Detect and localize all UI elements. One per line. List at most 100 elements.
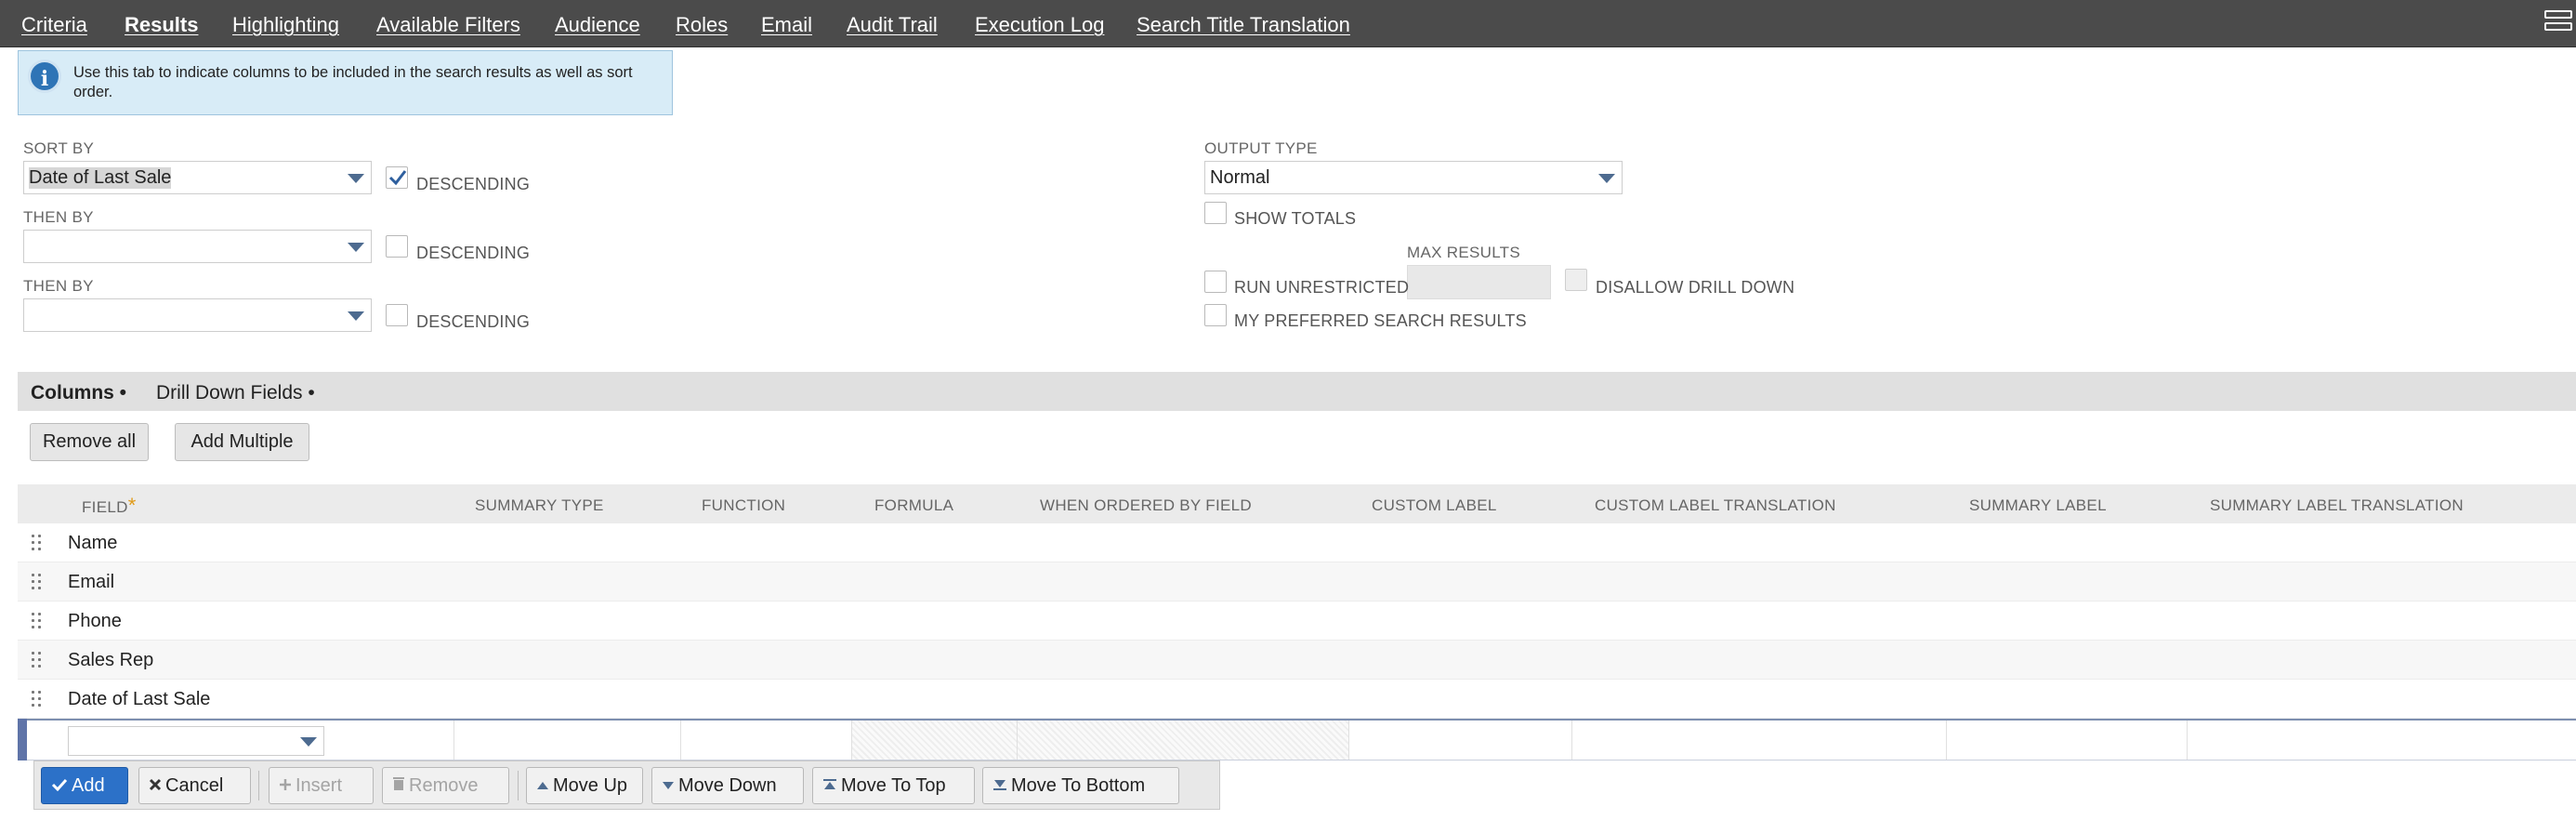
- tab-email[interactable]: Email: [761, 0, 812, 46]
- column-header-formula: FORMULA: [874, 496, 954, 514]
- move-to-bottom-button[interactable]: Move To Bottom: [982, 767, 1179, 804]
- required-marker: *: [127, 494, 137, 517]
- insert-button-label: Insert: [296, 775, 343, 796]
- show-totals-checkbox[interactable]: [1204, 202, 1227, 224]
- tab-roles[interactable]: Roles: [676, 0, 728, 46]
- info-text: Use this tab to indicate columns to be i…: [73, 64, 633, 100]
- drag-handle-icon[interactable]: [32, 691, 43, 709]
- edit-cell-custom-label[interactable]: [1349, 721, 1572, 760]
- edit-cell-custom-label-translation[interactable]: [1572, 721, 1947, 760]
- arrow-to-bottom-icon: [992, 768, 1007, 803]
- sort-by-label: SORT BY: [23, 139, 95, 157]
- chevron-down-icon: [1598, 174, 1615, 183]
- preferred-search-results-label: MY PREFERRED SEARCH RESULTS: [1234, 311, 1527, 330]
- move-up-button[interactable]: Move Up: [526, 767, 643, 804]
- menu-icon[interactable]: [2544, 10, 2572, 34]
- top-tab-bar: Criteria Results Highlighting Available …: [0, 0, 2576, 47]
- tab-criteria[interactable]: Criteria: [21, 0, 87, 46]
- tab-audience[interactable]: Audience: [555, 0, 640, 46]
- preferred-search-results-checkbox[interactable]: [1204, 304, 1227, 326]
- close-icon: [149, 768, 162, 803]
- cancel-button-label: Cancel: [165, 775, 224, 796]
- arrow-up-icon: [536, 768, 549, 803]
- table-header: FIELD* SUMMARY TYPE FUNCTION FORMULA WHE…: [18, 484, 2576, 523]
- tab-highlighting[interactable]: Highlighting: [232, 0, 339, 46]
- disallow-drill-down-label: DISALLOW DRILL DOWN: [1596, 278, 1795, 297]
- add-multiple-button[interactable]: Add Multiple: [175, 423, 309, 461]
- add-button[interactable]: Add: [41, 767, 128, 804]
- column-header-function: FUNCTION: [702, 496, 786, 514]
- sort-by-value: Date of Last Sale: [29, 167, 172, 189]
- subtab-bar: Columns • Drill Down Fields •: [18, 372, 2576, 411]
- arrow-to-top-icon: [822, 768, 837, 803]
- info-banner: i Use this tab to indicate columns to be…: [18, 50, 673, 115]
- arrow-down-icon: [662, 768, 675, 803]
- move-to-top-button[interactable]: Move To Top: [812, 767, 975, 804]
- trash-icon: [392, 768, 405, 803]
- column-header-field: FIELD*: [82, 494, 137, 517]
- column-header-custom-label: CUSTOM LABEL: [1372, 496, 1497, 514]
- move-to-bottom-button-label: Move To Bottom: [1011, 775, 1146, 796]
- then-by-label-2: THEN BY: [23, 277, 94, 295]
- move-to-top-button-label: Move To Top: [841, 775, 946, 796]
- edit-cell-when-ordered-by: [1018, 721, 1349, 760]
- info-icon: i: [28, 60, 61, 93]
- remove-all-button[interactable]: Remove all: [30, 423, 149, 461]
- edit-cell-field: [27, 721, 454, 760]
- sort-by-select[interactable]: Date of Last Sale: [23, 161, 372, 194]
- then-by-select-2[interactable]: [23, 298, 372, 332]
- tab-results[interactable]: Results: [125, 0, 198, 46]
- descending-label-2: DESCENDING: [416, 244, 531, 262]
- row-action-bar: Add Cancel Insert Remove Move Up Move Do…: [33, 760, 1220, 810]
- table-row[interactable]: Date of Last Sale: [18, 680, 2576, 719]
- table-row[interactable]: Name: [18, 523, 2576, 562]
- then-by-label-1: THEN BY: [23, 208, 94, 226]
- field-cell[interactable]: Name: [68, 523, 117, 562]
- remove-button[interactable]: Remove: [382, 767, 509, 804]
- table-row[interactable]: Phone: [18, 602, 2576, 641]
- drag-handle-icon[interactable]: [32, 613, 43, 631]
- insert-button[interactable]: Insert: [269, 767, 374, 804]
- descending-checkbox-3[interactable]: [386, 304, 408, 326]
- output-type-label: OUTPUT TYPE: [1204, 139, 1318, 157]
- chevron-down-icon: [348, 311, 364, 321]
- plus-icon: [279, 768, 292, 803]
- table-row[interactable]: Email: [18, 562, 2576, 602]
- max-results-label: MAX RESULTS: [1407, 244, 1521, 261]
- drag-handle-icon[interactable]: [32, 574, 43, 592]
- run-unrestricted-checkbox[interactable]: [1204, 271, 1227, 293]
- field-cell[interactable]: Email: [68, 562, 114, 602]
- move-down-button[interactable]: Move Down: [651, 767, 804, 804]
- move-up-button-label: Move Up: [553, 775, 628, 796]
- disallow-drill-down-checkbox[interactable]: [1565, 269, 1587, 291]
- edit-cell-summary-type[interactable]: [454, 721, 681, 760]
- drag-handle-icon[interactable]: [32, 652, 43, 670]
- subtab-drill-down-fields[interactable]: Drill Down Fields •: [156, 372, 315, 411]
- drag-handle-icon[interactable]: [32, 535, 43, 553]
- output-type-select[interactable]: Normal: [1204, 161, 1623, 194]
- subtab-columns[interactable]: Columns •: [31, 372, 126, 411]
- new-row-editor[interactable]: [18, 719, 2576, 760]
- edit-cell-formula: [852, 721, 1018, 760]
- tab-execution-log[interactable]: Execution Log: [975, 0, 1104, 46]
- field-cell[interactable]: Phone: [68, 602, 122, 641]
- descending-label-3: DESCENDING: [416, 312, 531, 331]
- cancel-button[interactable]: Cancel: [138, 767, 251, 804]
- check-icon: [51, 768, 68, 803]
- field-cell[interactable]: Date of Last Sale: [68, 680, 210, 719]
- max-results-input[interactable]: [1407, 265, 1551, 299]
- tab-search-title-translation[interactable]: Search Title Translation: [1137, 0, 1350, 46]
- descending-checkbox-1[interactable]: [386, 166, 408, 189]
- descending-label-1: DESCENDING: [416, 175, 531, 193]
- descending-checkbox-2[interactable]: [386, 235, 408, 258]
- output-type-value: Normal: [1210, 167, 1270, 188]
- table-row[interactable]: Sales Rep: [18, 641, 2576, 680]
- tab-available-filters[interactable]: Available Filters: [376, 0, 520, 46]
- chevron-down-icon: [348, 243, 364, 252]
- edit-cell-function[interactable]: [681, 721, 852, 760]
- tab-audit-trail[interactable]: Audit Trail: [847, 0, 938, 46]
- then-by-select-1[interactable]: [23, 230, 372, 263]
- run-unrestricted-label: RUN UNRESTRICTED: [1234, 278, 1410, 297]
- field-cell[interactable]: Sales Rep: [68, 641, 153, 680]
- edit-cell-summary-label[interactable]: [1947, 721, 2188, 760]
